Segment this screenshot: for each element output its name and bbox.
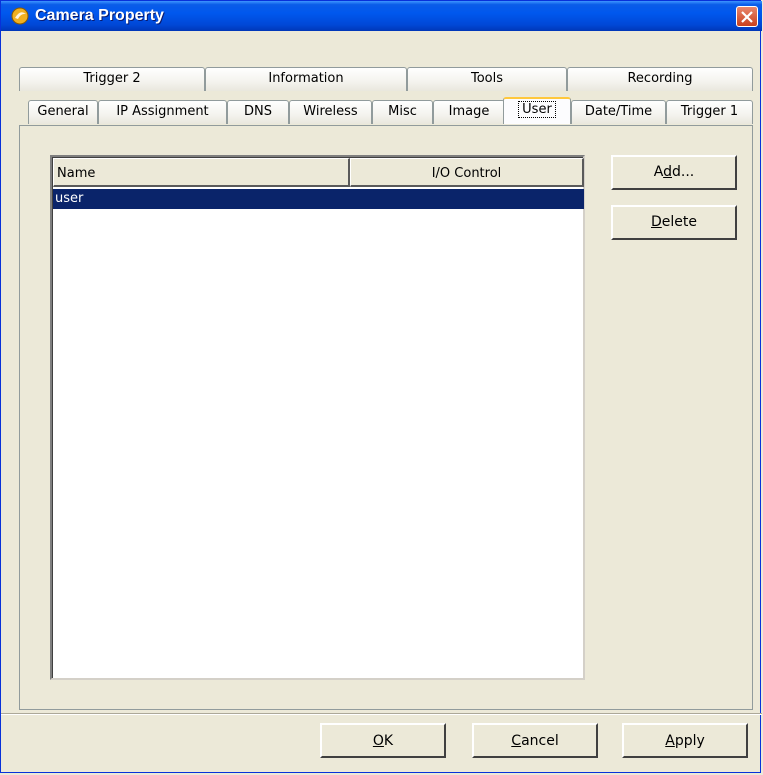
column-header-label: Name <box>57 166 96 181</box>
tab-wireless[interactable]: Wireless <box>289 100 372 124</box>
user-name-cell: user <box>55 191 84 206</box>
tab-misc[interactable]: Misc <box>372 100 433 124</box>
close-button[interactable] <box>736 6 758 27</box>
tab-label: User <box>518 101 556 118</box>
apply-button[interactable]: Apply <box>622 723 748 758</box>
button-mnemonic: D <box>651 214 662 230</box>
tab-date-time[interactable]: Date/Time <box>571 100 666 124</box>
button-mnemonic: O <box>372 733 384 749</box>
camera-property-icon <box>11 7 29 25</box>
button-label: d... <box>671 164 695 180</box>
delete-user-button[interactable]: Delete <box>611 205 737 240</box>
column-header-name[interactable]: Name <box>53 158 350 187</box>
list-item[interactable]: user <box>53 189 584 209</box>
tab-label: Trigger 2 <box>83 71 141 86</box>
button-mnemonic: d <box>663 164 672 180</box>
title-bar[interactable]: Camera Property <box>1 1 762 31</box>
camera-property-dialog: Camera Property Trigger 2 Information To… <box>0 0 762 773</box>
tab-label: General <box>37 104 89 119</box>
tab-tools[interactable]: Tools <box>407 67 567 91</box>
column-header-io-control[interactable]: I/O Control <box>350 158 584 187</box>
ok-button[interactable]: OK <box>320 723 446 758</box>
tab-general[interactable]: General <box>28 100 98 124</box>
tab-label: Wireless <box>303 104 358 119</box>
window-title: Camera Property <box>35 7 164 24</box>
tab-label: Tools <box>470 71 504 86</box>
tab-label: DNS <box>244 104 272 119</box>
tab-label: Recording <box>627 71 693 86</box>
tab-ip-assignment[interactable]: IP Assignment <box>98 100 227 124</box>
cancel-button[interactable]: Cancel <box>472 723 598 758</box>
tab-trigger-1[interactable]: Trigger 1 <box>666 100 753 124</box>
tab-trigger-2[interactable]: Trigger 2 <box>19 67 205 91</box>
button-mnemonic: C <box>511 733 522 749</box>
column-header-label: I/O Control <box>431 166 502 181</box>
tab-recording[interactable]: Recording <box>567 67 753 91</box>
button-label: A <box>653 164 664 180</box>
user-list[interactable]: Name I/O Control user <box>50 155 585 680</box>
tab-dns[interactable]: DNS <box>227 100 289 124</box>
button-mnemonic: A <box>665 733 675 749</box>
button-label: pply <box>674 733 705 749</box>
tab-label: IP Assignment <box>116 104 209 119</box>
button-label: ancel <box>521 733 559 749</box>
tab-label: Trigger 1 <box>680 104 739 119</box>
tab-information[interactable]: Information <box>205 67 407 91</box>
tab-label: Information <box>268 71 344 86</box>
tab-user[interactable]: User <box>503 97 571 124</box>
add-user-button[interactable]: Add... <box>611 155 737 190</box>
button-label: K <box>383 733 394 749</box>
close-icon <box>741 11 753 23</box>
tab-label: Date/Time <box>584 104 653 119</box>
tab-label: Image <box>448 104 490 119</box>
tab-image[interactable]: Image <box>433 100 505 124</box>
bottom-separator <box>1 713 762 715</box>
button-label: elete <box>661 214 697 230</box>
tab-label: Misc <box>388 104 417 119</box>
